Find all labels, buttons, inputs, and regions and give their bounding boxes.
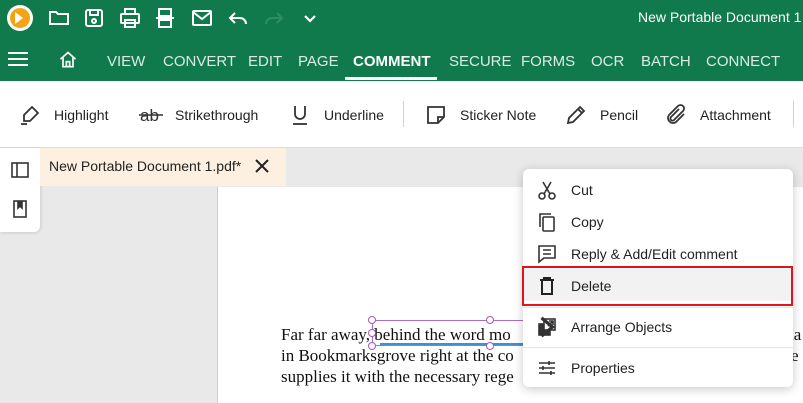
selection-handle[interactable]: [486, 342, 494, 350]
underline-label: Underline: [324, 107, 384, 123]
menu-item-arrange-objects[interactable]: Arrange Objects: [523, 310, 793, 342]
tab-ocr[interactable]: OCR: [591, 53, 624, 70]
comment-toolbar: Highlight ab Strikethrough Underline Sti…: [0, 81, 803, 148]
tab-secure[interactable]: SECURE: [449, 53, 512, 70]
home-icon[interactable]: [58, 50, 78, 70]
tab-view[interactable]: VIEW: [107, 53, 145, 70]
pencil-tool[interactable]: Pencil: [564, 102, 638, 128]
undo-icon[interactable]: [226, 6, 250, 30]
highlighter-icon: [21, 105, 40, 125]
menu-divider: [523, 347, 793, 348]
selection-handle[interactable]: [368, 316, 376, 324]
menu-item-cut[interactable]: Cut: [523, 173, 793, 205]
toolbar-divider: [403, 101, 404, 127]
sticker-note-label: Sticker Note: [460, 107, 537, 123]
strikethrough-label: Strikethrough: [175, 107, 259, 123]
menu-item-label: Cut: [571, 182, 593, 198]
comment-icon: [538, 245, 556, 264]
bookmark-icon[interactable]: [10, 199, 30, 219]
menu-item-label: Properties: [571, 360, 635, 376]
underline-icon: [293, 106, 307, 125]
menu-item-copy[interactable]: Copy: [523, 205, 793, 237]
chevron-right-icon: [540, 316, 556, 338]
tab-comment[interactable]: COMMENT: [353, 53, 431, 70]
attachment-label: Attachment: [700, 107, 771, 123]
save-icon[interactable]: [82, 6, 106, 30]
tab-connect[interactable]: CONNECT: [706, 53, 780, 70]
selection-handle[interactable]: [368, 342, 376, 350]
pencil-icon: [566, 105, 586, 125]
hamburger-menu-icon[interactable]: [8, 52, 28, 66]
email-icon[interactable]: [190, 6, 214, 30]
selection-handle[interactable]: [486, 316, 494, 324]
tab-convert[interactable]: CONVERT: [163, 53, 236, 70]
tab-forms[interactable]: FORMS: [521, 53, 575, 70]
app-logo[interactable]: [7, 5, 33, 31]
close-icon[interactable]: [254, 158, 270, 174]
pdf-text-line: supplies it with the necessary rege: [281, 367, 514, 386]
menu-item-label: Copy: [571, 214, 604, 230]
sticker-note-tool[interactable]: Sticker Note: [424, 102, 536, 128]
pencil-label: Pencil: [600, 107, 639, 123]
menu-item-reply[interactable]: Reply & Add/Edit comment: [523, 237, 793, 269]
pdf-text-line: in Bookmarksgrove right at the co: [281, 346, 514, 365]
toolbar-divider: [793, 101, 794, 127]
document-tab[interactable]: New Portable Document 1.pdf*: [40, 148, 286, 186]
underline-tool[interactable]: Underline: [288, 102, 384, 128]
redo-icon[interactable]: [262, 6, 286, 30]
menu-item-properties[interactable]: Properties: [523, 351, 793, 383]
scissors-icon: [538, 181, 556, 200]
side-panel: [0, 148, 40, 232]
tab-edit[interactable]: EDIT: [248, 53, 282, 70]
highlight-label: Highlight: [54, 107, 109, 123]
attachment-tool[interactable]: Attachment: [664, 102, 771, 128]
menu-item-label: Arrange Objects: [571, 319, 673, 335]
open-folder-icon[interactable]: [47, 6, 71, 30]
panel-toggle-icon[interactable]: [10, 160, 30, 180]
sliders-icon: [539, 361, 555, 375]
print-icon[interactable]: [118, 6, 142, 30]
sticky-note-icon: [427, 106, 445, 124]
active-tab-indicator: [345, 77, 437, 80]
highlight-tool[interactable]: Highlight: [18, 102, 108, 128]
paperclip-icon: [667, 104, 685, 124]
chevron-down-icon[interactable]: [298, 6, 322, 30]
menu-divider: [523, 307, 793, 308]
window-title: New Portable Document 1: [638, 9, 802, 25]
strikethrough-icon: ab: [139, 106, 163, 125]
tab-batch[interactable]: BATCH: [641, 53, 691, 70]
copy-icon: [539, 213, 555, 232]
tab-page[interactable]: PAGE: [298, 53, 339, 70]
menu-item-label: Reply & Add/Edit comment: [571, 246, 738, 262]
title-bar: New Portable Document 1: [0, 0, 803, 36]
document-tab-label: New Portable Document 1.pdf*: [49, 158, 242, 174]
scan-icon[interactable]: [153, 6, 177, 30]
selection-handle[interactable]: [368, 329, 376, 337]
strikethrough-tool[interactable]: ab Strikethrough: [139, 102, 258, 128]
highlight-outline: [522, 266, 793, 306]
